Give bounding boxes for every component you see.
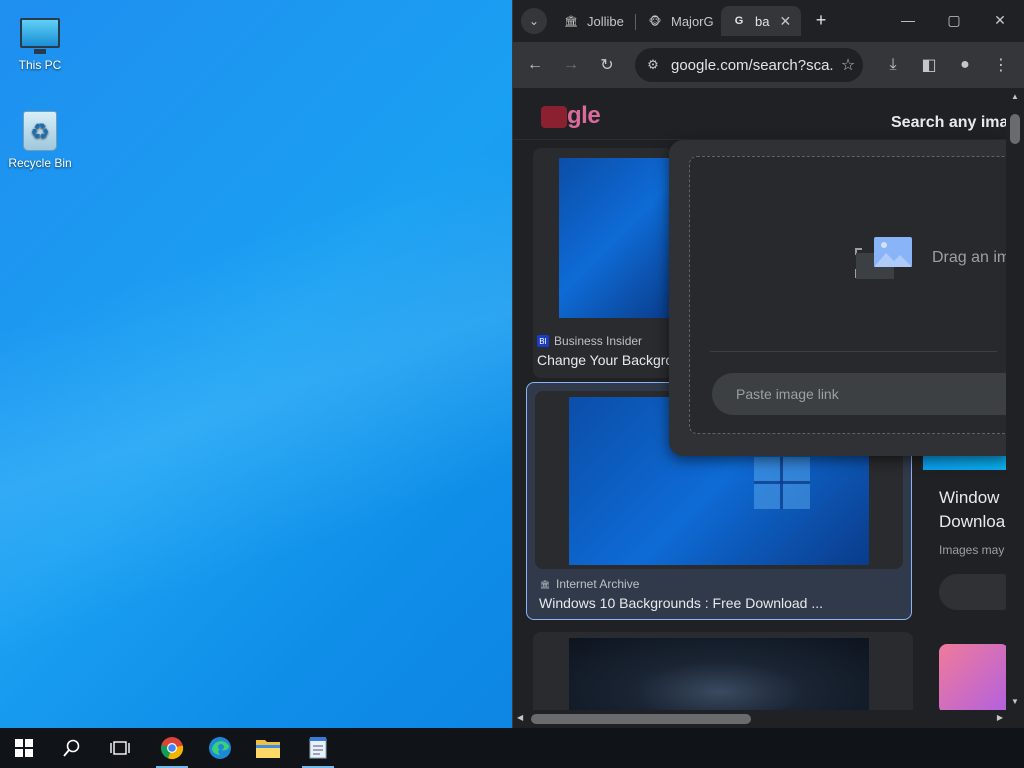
search-icon[interactable] [48,728,96,768]
close-window-button[interactable]: ✕ [977,6,1023,34]
file-explorer-icon[interactable] [244,728,292,768]
doodle-icon [541,105,567,128]
profile-icon[interactable]: ● [951,51,979,79]
page-content: gle BI Business Insider Change Your Back… [513,88,1007,710]
scroll-down-icon[interactable]: ▼ [1011,697,1019,706]
image-upload-icon [855,237,912,279]
windows-logo-icon [754,457,810,509]
archive-icon: 🏛 [539,579,551,589]
divider [710,351,997,352]
google-logo[interactable]: gle [541,102,601,130]
monitor-icon [20,18,60,54]
result-card[interactable] [533,632,913,710]
task-view-icon[interactable] [96,728,144,768]
toolbar: ← → ↻ ⚙ google.com/search?sca... ☆ ⤓ ◧ ●… [513,42,1024,88]
business-insider-icon: BI [537,335,549,347]
google-icon: G [734,15,744,27]
related-thumbnail [939,644,1007,710]
building-icon: 🏛 [564,15,578,28]
result-thumbnail [559,158,673,318]
url-text: google.com/search?sca... [671,56,833,74]
site-settings-icon[interactable]: ⚙ [635,57,665,73]
mascot-icon: 🐵 [648,15,662,28]
desktop-icon-label: Recycle Bin [8,156,72,170]
menu-icon[interactable]: ⋮ [987,51,1015,79]
reload-button[interactable]: ↻ [593,51,621,79]
start-icon[interactable] [0,728,48,768]
paste-image-link-input[interactable]: Paste image link [712,373,1007,415]
scroll-left-icon[interactable]: ◀ [517,713,523,722]
scrollbar-thumb[interactable] [531,714,751,724]
side-result[interactable]: Window Downloa Images may [923,448,1007,710]
chrome-icon[interactable] [148,728,196,768]
lens-title: Search any imag [891,114,1007,131]
side-panel-icon[interactable]: ◧ [915,51,943,79]
notepad-icon[interactable] [294,728,342,768]
new-tab-button[interactable]: + [809,8,833,32]
minimize-button[interactable]: — [885,6,931,34]
bookmark-star-icon[interactable]: ☆ [833,55,863,75]
desktop-icon-label: This PC [18,58,62,72]
scroll-right-icon[interactable]: ▶ [997,713,1003,722]
desktop-icon-this-pc[interactable]: This PC [2,8,78,72]
tab-jollibee[interactable]: 🏛 Jollibe [553,6,633,36]
chrome-window: ⌄ 🏛 Jollibe 🐵 MajorG G ba ✕ + — ▢ ✕ ← → … [512,0,1024,728]
taskbar [0,728,1024,768]
search-by-image-panel: Search any imag Drag an im Paste image l… [669,114,1007,456]
scroll-up-icon[interactable]: ▲ [1011,92,1019,101]
tab-google-search[interactable]: G ba ✕ [721,6,801,36]
desktop-icon-recycle-bin[interactable]: ♻ Recycle Bin [2,106,78,170]
back-button[interactable]: ← [521,51,549,79]
tab-search-button[interactable]: ⌄ [521,8,547,34]
visit-button[interactable] [939,574,1007,610]
tab-strip: ⌄ 🏛 Jollibe 🐵 MajorG G ba ✕ + — ▢ ✕ [513,0,1024,42]
tab-majorg[interactable]: 🐵 MajorG [637,6,721,36]
scrollbar-thumb[interactable] [1010,114,1020,144]
result-card[interactable]: BI Business Insider Change Your Backgro [533,148,673,378]
horizontal-scrollbar[interactable]: ◀ ▶ [513,710,1007,728]
vertical-scrollbar[interactable]: ▲ ▼ [1006,88,1024,710]
drag-image-text: Drag an im [932,249,1007,266]
close-tab-icon[interactable]: ✕ [779,13,791,30]
maximize-button[interactable]: ▢ [931,6,977,34]
download-icon[interactable]: ⤓ [879,51,907,79]
forward-button[interactable]: → [557,51,585,79]
address-bar[interactable]: ⚙ google.com/search?sca... ☆ [635,48,863,82]
result-thumbnail [569,638,869,710]
recycle-bin-icon: ♻ [23,111,57,151]
image-drop-zone[interactable]: Drag an im Paste image link [689,156,1007,434]
edge-icon[interactable] [196,728,244,768]
